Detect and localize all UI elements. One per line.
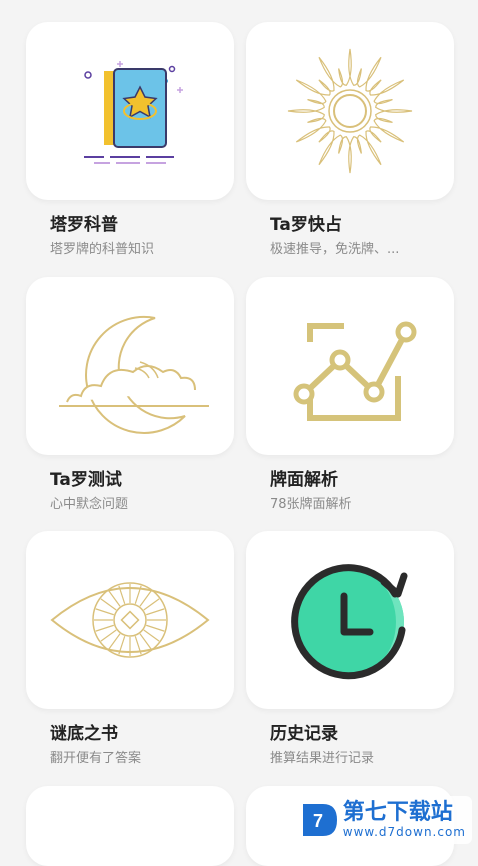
svg-text:7: 7 [313,811,323,831]
sun-ray [307,114,327,123]
iris-spoke [95,624,115,632]
watermark-brand: 第七下载站 [342,800,453,825]
sun-ray [295,120,330,143]
eye-icon [50,582,210,658]
sun-ray [365,126,382,143]
card-book-of-answers[interactable] [26,531,234,709]
iris-spoke [100,629,117,642]
sun-ray [365,79,382,96]
card-subtitle: 翻开便有了答案 [50,751,142,766]
card-title: 谜底之书 [50,724,118,744]
sun-ray [318,79,335,96]
iris-spoke [139,590,152,607]
card-subtitle: 塔罗牌的科普知识 [50,242,155,257]
iris-spoke [143,598,160,611]
card-subtitle: 推算结果进行记录 [270,751,375,766]
iris-spoke [95,608,115,616]
sun-ray [318,131,341,166]
card-title: 牌面解析 [270,470,338,490]
sun-ray [307,99,327,108]
moon-cloud-icon [59,315,209,434]
iris-spoke [108,590,121,607]
card-quick-reading[interactable] [246,22,454,200]
card-subtitle: 极速推导，免洗牌、... [270,242,400,257]
sun-ray [295,79,330,102]
watermark-logo-icon: 7 [302,804,337,836]
sun-ray [353,134,362,154]
iris-spoke [108,633,121,650]
sun-ray [345,136,355,174]
sun-ray [359,56,382,91]
watermark-url: www.d7down.com [342,825,466,839]
sun-ray [353,68,362,88]
card-history[interactable] [246,531,454,709]
card-title: 历史记录 [270,724,338,744]
sun-icon [287,48,413,174]
sun-ray [373,114,393,123]
line-chart-icon [293,321,417,421]
iris-spoke [139,633,152,650]
sun-ray [338,68,347,88]
card-title: 塔罗科普 [50,215,118,235]
watermark: 7 第七下载站 www.d7down.com [292,796,472,844]
iris-spoke [145,624,165,632]
sun-ray [375,106,413,116]
tarot-book-icon [84,61,183,164]
sun-ray [338,134,347,154]
card-card-analysis[interactable] [246,277,454,455]
sun-ray [370,79,405,102]
sun-ray [370,120,405,143]
card-title: Ta罗测试 [50,470,122,490]
sun-ray [318,56,341,91]
sun-ray [287,106,325,116]
sun-ray [373,99,393,108]
card-tarot-test[interactable] [26,277,234,455]
iris-spoke [100,598,117,611]
sun-ray [359,131,382,166]
card-partial[interactable] [26,786,234,866]
card-title: Ta罗快占 [270,215,342,235]
card-subtitle: 心中默念问题 [50,497,129,512]
history-clock-icon [291,564,408,680]
sun-ray [318,126,335,143]
iris-spoke [143,629,160,642]
card-tarot-knowledge[interactable] [26,22,234,200]
iris-spoke [145,608,165,616]
sun-ray [345,48,355,86]
card-subtitle: 78张牌面解析 [270,497,352,512]
